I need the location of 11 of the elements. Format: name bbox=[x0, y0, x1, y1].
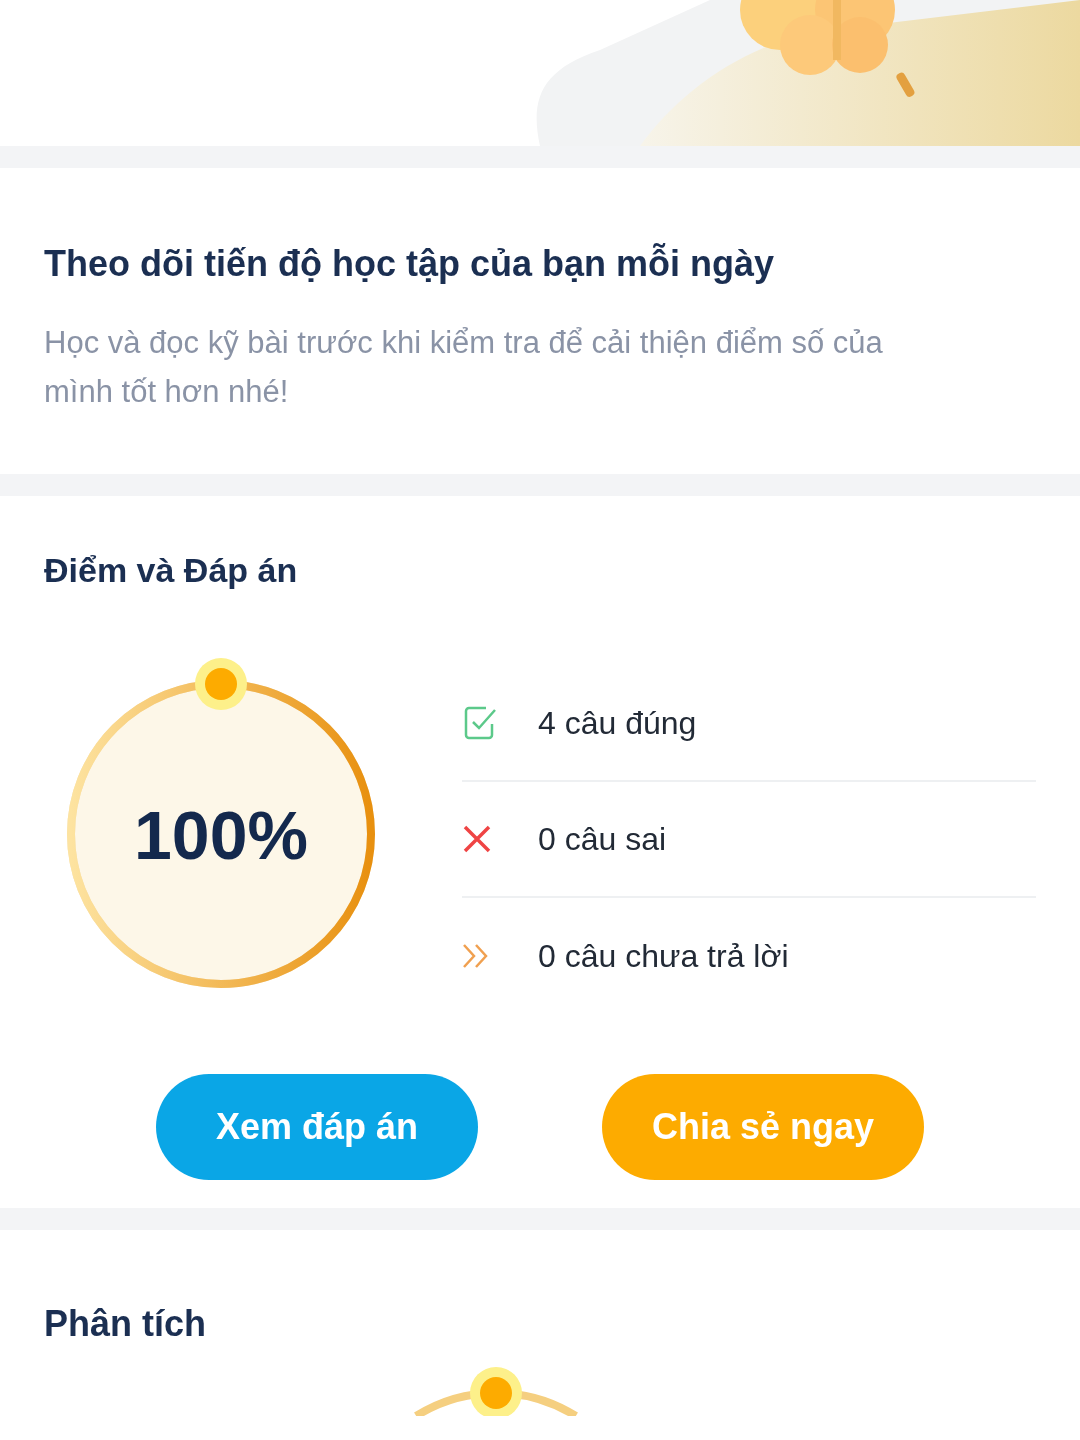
stat-label: 0 câu sai bbox=[538, 820, 667, 859]
action-button[interactable]: Xem đáp án bbox=[156, 1074, 478, 1180]
section-title: Điểm và Đáp án bbox=[44, 550, 299, 590]
section-title: Phân tích bbox=[44, 1304, 208, 1344]
stat-label: 0 câu chưa trả lời bbox=[538, 937, 789, 976]
double-chevron-icon bbox=[462, 943, 490, 969]
cross-icon bbox=[462, 824, 492, 854]
stat-label: 4 câu đúng bbox=[538, 704, 697, 743]
description-text: Học và đọc kỹ bài trước khi kiểm tra để cải thiện điểm số của mình tốt hơn nhé! bbox=[44, 324, 884, 411]
action-button[interactable]: Chia sẻ ngay bbox=[602, 1074, 924, 1180]
score-percent: 100% bbox=[134, 797, 308, 873]
